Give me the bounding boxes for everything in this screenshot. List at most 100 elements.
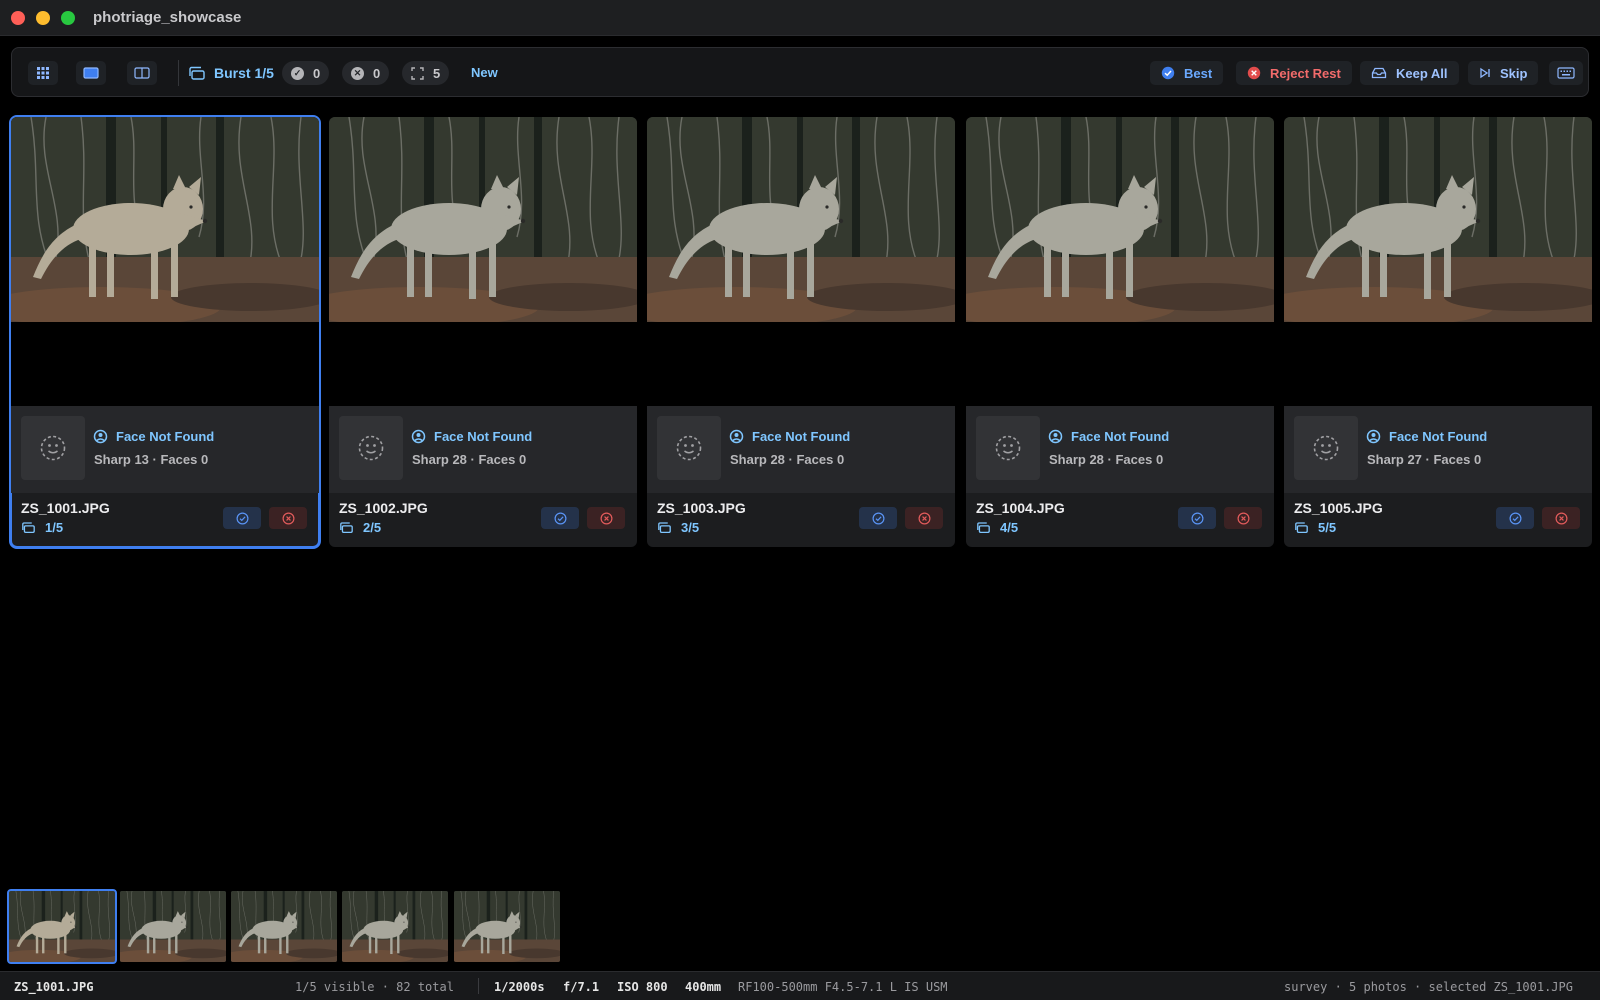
keep-all-label: Keep All [1396,65,1448,81]
iso: ISO 800 [617,980,668,994]
accepted-count-pill[interactable]: ✓ 0 [282,61,330,85]
reject-button[interactable] [1542,507,1580,529]
visible-count: 1/5 visible · 82 total [295,980,454,994]
reject-button[interactable] [1224,507,1262,529]
face-status-label: Face Not Found [1071,429,1170,444]
burst-position-label: 5/5 [1318,520,1337,535]
photo-card[interactable]: Face Not Found Sharp 27 · Faces 0 ZS_100… [1284,117,1592,547]
x-circle-icon [600,512,612,524]
skip-button[interactable]: Skip [1468,61,1539,85]
photo-filename: ZS_1003.JPG [657,500,746,516]
x-circle-icon [918,512,930,524]
burst-position: 2/5 [339,520,381,535]
face-status-label: Face Not Found [752,429,851,444]
keyboard-icon [1557,67,1575,79]
new-filter-label[interactable]: New [471,65,498,80]
mark-best-button[interactable] [1496,507,1534,529]
burst-indicator[interactable]: Burst 1/5 [188,61,274,85]
focus-frame-icon [411,66,424,80]
minimize-window-button[interactable] [36,11,50,25]
face-icon [995,435,1021,461]
burst-position-label: 2/5 [363,520,382,535]
best-button[interactable]: Best [1150,61,1224,85]
reject-button[interactable] [269,507,307,529]
stack-icon [22,522,35,534]
mark-best-button[interactable] [859,507,897,529]
photo-card[interactable]: Face Not Found Sharp 28 · Faces 0 ZS_100… [966,117,1274,547]
photo-preview[interactable] [11,117,319,406]
x-circle-icon [282,512,294,524]
sharpness-faces-meta: Sharp 13 · Faces 0 [94,452,209,467]
x-circle-icon [1555,512,1567,524]
verified-badge-icon [1191,512,1203,524]
reject-button[interactable] [905,507,943,529]
face-placeholder [976,416,1040,480]
mark-best-button[interactable] [1178,507,1216,529]
face-analysis-panel: Face Not Found Sharp 28 · Faces 0 [966,406,1274,493]
status-bar: ZS_1001.JPG 1/5 visible · 82 total 1/200… [0,971,1600,1000]
verified-badge-icon [236,512,248,524]
photo-card[interactable]: Face Not Found Sharp 28 · Faces 0 ZS_100… [647,117,955,547]
close-window-button[interactable] [11,11,25,25]
burst-position: 4/5 [976,520,1018,535]
face-scan-icon [411,429,426,444]
single-view-button[interactable] [76,61,106,85]
burst-position: 1/5 [21,520,63,535]
focal-length: 400mm [685,980,722,994]
face-placeholder [657,416,721,480]
sharpness-faces-meta: Sharp 28 · Faces 0 [412,452,527,467]
check-icon: ✓ [291,66,304,80]
photo-card[interactable]: Face Not Found Sharp 13 · Faces 0 ZS_100… [9,115,321,549]
verified-badge-icon [872,512,884,524]
face-status-label: Face Not Found [1389,429,1488,444]
burst-position-label: 3/5 [681,520,700,535]
filmstrip-thumbnail[interactable] [454,891,560,962]
filmstrip-thumbnail[interactable] [231,891,337,962]
rejected-count-pill[interactable]: ✕ 0 [342,61,390,85]
filmstrip-thumbnail[interactable] [342,891,448,962]
photo-preview[interactable] [1284,117,1592,406]
keyboard-shortcuts-button[interactable] [1549,61,1583,85]
face-analysis-panel: Face Not Found Sharp 13 · Faces 0 [11,406,319,493]
mark-best-button[interactable] [223,507,261,529]
status-divider [478,978,479,994]
filmstrip-thumbnail[interactable] [7,889,117,964]
face-status: Face Not Found [1366,429,1487,444]
photo-preview[interactable] [966,117,1274,406]
photo-filename: ZS_1002.JPG [339,500,428,516]
grid-view-button[interactable] [28,61,58,85]
burst-position-label: 1/5 [45,520,64,535]
stack-icon [1295,522,1308,534]
reject-button[interactable] [587,507,625,529]
reject-rest-button[interactable]: Reject Rest [1236,61,1352,85]
reject-rest-label: Reject Rest [1270,65,1341,81]
keep-all-button[interactable]: Keep All [1360,61,1459,85]
face-placeholder [21,416,85,480]
verified-badge-icon [1161,66,1175,80]
zoom-window-button[interactable] [61,11,75,25]
focus-count: 5 [433,65,441,81]
sharpness-faces-meta: Sharp 27 · Faces 0 [1367,452,1482,467]
stack-icon [977,522,990,534]
session-summary: survey · 5 photos · selected ZS_1001.JPG [1284,980,1573,994]
photo-filename: ZS_1005.JPG [1294,500,1383,516]
mark-best-button[interactable] [541,507,579,529]
shutter-speed: 1/2000s [494,980,545,994]
focus-count-pill[interactable]: 5 [402,61,450,85]
compare-view-button[interactable] [127,61,157,85]
face-status-label: Face Not Found [434,429,533,444]
face-status: Face Not Found [93,429,214,444]
photo-preview[interactable] [329,117,637,406]
toolbar: Burst 1/5 ✓ 0 ✕ 0 5 New Best Reject Rest… [11,47,1589,97]
filmstrip-thumbnail[interactable] [120,891,226,962]
lens: RF100-500mm F4.5-7.1 L IS USM [738,980,948,994]
photo-preview[interactable] [647,117,955,406]
sharpness-faces-meta: Sharp 28 · Faces 0 [730,452,845,467]
toolbar-divider [178,60,179,86]
title-bar: photriage_showcase [0,0,1600,36]
sharpness-faces-meta: Sharp 28 · Faces 0 [1049,452,1164,467]
face-scan-icon [1366,429,1381,444]
photo-card[interactable]: Face Not Found Sharp 28 · Faces 0 ZS_100… [329,117,637,547]
face-status-label: Face Not Found [116,429,215,444]
face-status: Face Not Found [729,429,850,444]
